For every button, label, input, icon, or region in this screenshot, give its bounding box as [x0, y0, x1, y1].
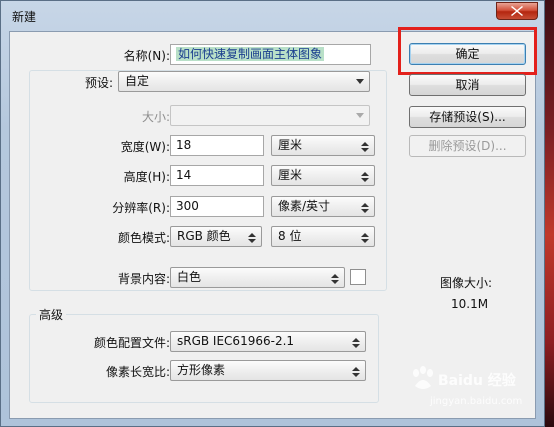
image-size-label: 图像大小:	[440, 276, 493, 290]
name-label: 名称(N):	[123, 49, 170, 63]
background-color-swatch[interactable]	[350, 269, 366, 285]
color-profile-select[interactable]: sRGB IEC61966-2.1	[170, 331, 366, 352]
baidu-paw-icon	[413, 366, 433, 389]
dropdown-arrow-icon	[331, 274, 339, 284]
baidu-watermark: Baidu 经验 jingyan.baidu.com	[410, 366, 530, 416]
dropdown-arrow-icon	[352, 367, 360, 377]
width-unit-select[interactable]: 厘米	[271, 135, 375, 156]
resolution-label: 分辨率(R):	[112, 201, 170, 215]
advanced-group	[29, 314, 379, 403]
close-button[interactable]	[496, 2, 538, 20]
bit-depth-value: 8 位	[278, 229, 302, 243]
close-icon	[511, 6, 523, 16]
width-input[interactable]: 18	[170, 135, 264, 156]
highlight-annotation	[398, 27, 537, 75]
dropdown-arrow-icon	[248, 233, 256, 243]
pixel-aspect-value: 方形像素	[177, 363, 226, 377]
watermark-brand: Baidu 经验	[438, 373, 516, 389]
background-label: 背景内容:	[117, 272, 170, 286]
image-size-value: 10.1M	[451, 297, 489, 311]
bit-depth-select[interactable]: 8 位	[271, 226, 375, 247]
width-value: 18	[176, 138, 192, 152]
color-mode-value: RGB 颜色	[177, 229, 231, 243]
dropdown-arrow-icon	[361, 172, 369, 182]
delete-preset-button[interactable]: 删除预设(D)...	[409, 135, 526, 157]
height-unit-value: 厘米	[278, 168, 303, 182]
name-field[interactable]: 如何快速复制画面主体图象	[170, 44, 371, 65]
pixel-aspect-select[interactable]: 方形像素	[170, 360, 366, 381]
height-unit-select[interactable]: 厘米	[271, 165, 375, 186]
size-label: 大小:	[141, 110, 170, 124]
advanced-group-title: 高级	[36, 306, 67, 323]
color-mode-label: 颜色模式:	[117, 231, 170, 245]
dropdown-arrow-icon	[356, 79, 364, 84]
dropdown-arrow-icon	[352, 338, 360, 348]
background-select[interactable]: 白色	[170, 267, 345, 288]
height-label: 高度(H):	[123, 170, 170, 184]
resolution-input[interactable]: 300	[170, 196, 264, 217]
watermark-url: jingyan.baidu.com	[430, 396, 523, 407]
background-value: 白色	[177, 270, 202, 284]
preset-label: 预设:	[84, 76, 113, 90]
resolution-value: 300	[176, 199, 199, 213]
dialog-body: 名称(N): 如何快速复制画面主体图象 预设: 自定 大小: 宽度(W): 18…	[9, 27, 537, 419]
dropdown-arrow-icon	[361, 233, 369, 243]
height-input[interactable]: 14	[170, 165, 264, 186]
color-profile-value: sRGB IEC61966-2.1	[177, 334, 295, 348]
dropdown-arrow-icon	[361, 142, 369, 152]
new-document-dialog: 新建 名称(N): 如何快速复制画面主体图象 预设: 自定 大小: 宽度(W):	[0, 0, 545, 427]
save-preset-button[interactable]: 存储预设(S)...	[409, 106, 526, 128]
preset-value: 自定	[125, 74, 150, 88]
dialog-title: 新建	[12, 10, 37, 24]
pixel-aspect-label: 像素长宽比:	[105, 365, 170, 379]
color-mode-select[interactable]: RGB 颜色	[170, 226, 262, 247]
name-value: 如何快速复制画面主体图象	[176, 47, 325, 61]
resolution-unit-select[interactable]: 像素/英寸	[271, 196, 375, 217]
width-label: 宽度(W):	[120, 140, 170, 154]
width-unit-value: 厘米	[278, 138, 303, 152]
dropdown-arrow-icon	[361, 203, 369, 213]
dropdown-arrow-icon	[356, 113, 364, 118]
color-profile-label: 颜色配置文件:	[93, 336, 170, 350]
height-value: 14	[176, 168, 192, 182]
preset-select[interactable]: 自定	[118, 71, 370, 92]
cancel-button[interactable]: 取消	[409, 74, 526, 96]
size-select[interactable]	[170, 105, 370, 126]
resolution-unit-value: 像素/英寸	[278, 199, 331, 213]
